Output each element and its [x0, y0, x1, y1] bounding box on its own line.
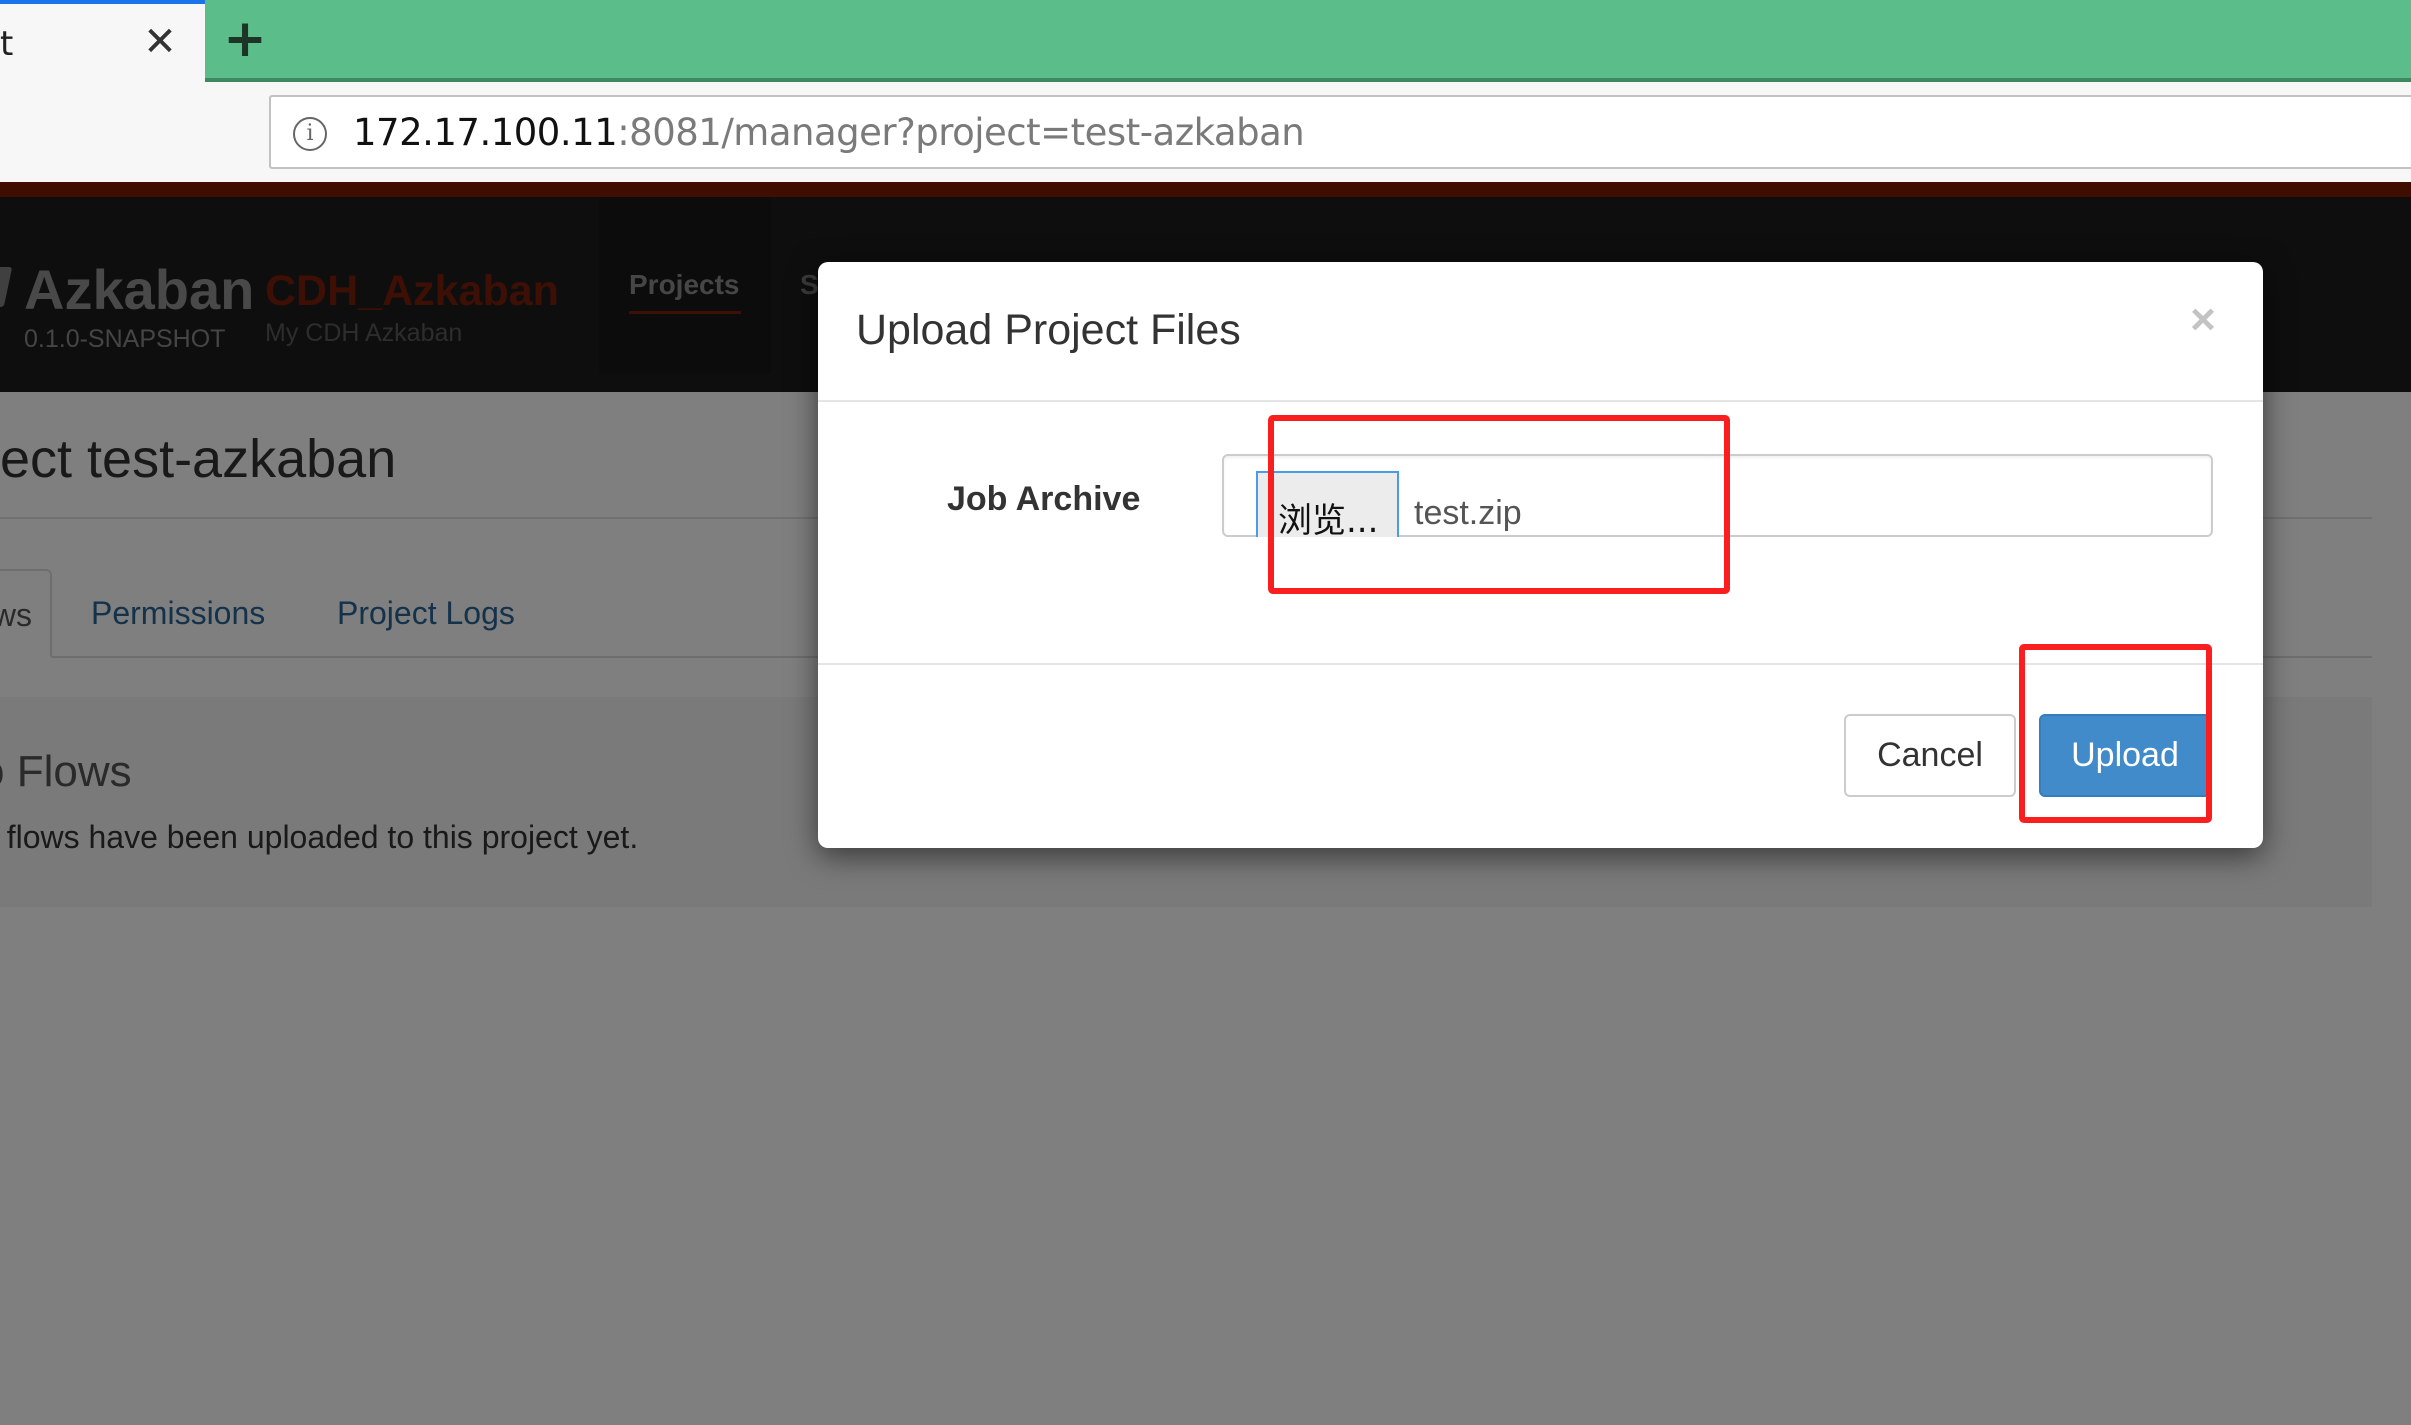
- url-text[interactable]: 172.17.100.11:8081/manager?project=test-…: [353, 111, 1305, 154]
- annotation-box-upload-button: [2019, 644, 2212, 823]
- url-host: 172.17.100.11: [353, 111, 618, 154]
- close-icon[interactable]: ✕: [140, 22, 180, 62]
- url-path: :8081/manager?project=test-azkaban: [617, 111, 1305, 154]
- browser-toolbar: i 172.17.100.11:8081/manager?project=tes…: [0, 82, 2411, 182]
- info-icon[interactable]: i: [293, 117, 327, 151]
- modal-title: Upload Project Files: [856, 306, 1241, 354]
- job-archive-label: Job Archive: [947, 480, 1141, 518]
- cancel-button[interactable]: Cancel: [1844, 714, 2016, 797]
- close-icon[interactable]: ×: [2183, 298, 2223, 342]
- plus-icon[interactable]: +: [220, 13, 270, 65]
- browser-tab-strip: t ✕ +: [0, 0, 2411, 82]
- address-bar[interactable]: i 172.17.100.11:8081/manager?project=tes…: [269, 95, 2411, 169]
- browser-tab-active[interactable]: t ✕: [0, 0, 205, 82]
- annotation-box-file-input: [1268, 415, 1730, 594]
- browser-tab-title: t: [0, 24, 14, 64]
- modal-header: Upload Project Files ×: [818, 262, 2263, 402]
